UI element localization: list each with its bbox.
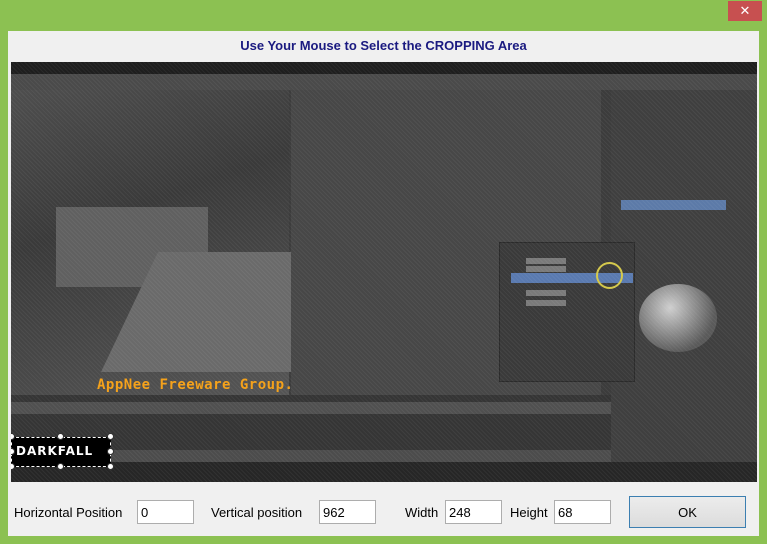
preview-popup-line: [526, 266, 566, 272]
preview-material-sphere: [639, 284, 717, 352]
preview-top-strip: [11, 62, 757, 74]
logo-text: DARKFALL: [16, 444, 94, 458]
close-button[interactable]: ✕: [728, 1, 762, 21]
ok-button[interactable]: OK: [629, 496, 746, 528]
preview-popup-line: [526, 300, 566, 306]
preview-bottom-strip: [11, 462, 757, 482]
preview-popup-line: [526, 290, 566, 296]
vertical-position-input[interactable]: 962: [319, 500, 376, 524]
preview-selected-row: [621, 200, 726, 210]
height-label: Height: [510, 505, 548, 520]
width-label: Width: [405, 505, 439, 520]
preview-timeline-header: [11, 402, 611, 414]
window-titlebar[interactable]: ✕: [0, 0, 767, 30]
resize-handle-bottom-right[interactable]: [107, 463, 114, 470]
preview-menubar: [11, 74, 757, 90]
resize-handle-top-right[interactable]: [107, 433, 114, 440]
horizontal-position-input[interactable]: 0: [137, 500, 194, 524]
crop-values-row: Horizontal Position 0 Vertical position …: [8, 496, 759, 528]
horizontal-position-label: Horizontal Position: [14, 505, 123, 520]
crop-preview-area[interactable]: AppNee Freeware Group. DARKFALL: [11, 62, 757, 482]
height-input[interactable]: 68: [554, 500, 611, 524]
resize-handle-bottom[interactable]: [57, 463, 64, 470]
width-input[interactable]: 248: [445, 500, 502, 524]
resize-handle-right[interactable]: [107, 448, 114, 455]
dialog-client: Use Your Mouse to Select the CROPPING Ar…: [8, 31, 759, 536]
dialog-title: Use Your Mouse to Select the CROPPING Ar…: [240, 38, 527, 53]
resize-handle-top[interactable]: [57, 433, 64, 440]
close-icon: ✕: [739, 3, 751, 19]
preview-cursor-ring: [596, 262, 623, 289]
vertical-position-label: Vertical position: [211, 505, 303, 520]
preview-popup-line: [526, 258, 566, 264]
watermark-text: AppNee Freeware Group.: [97, 377, 294, 393]
